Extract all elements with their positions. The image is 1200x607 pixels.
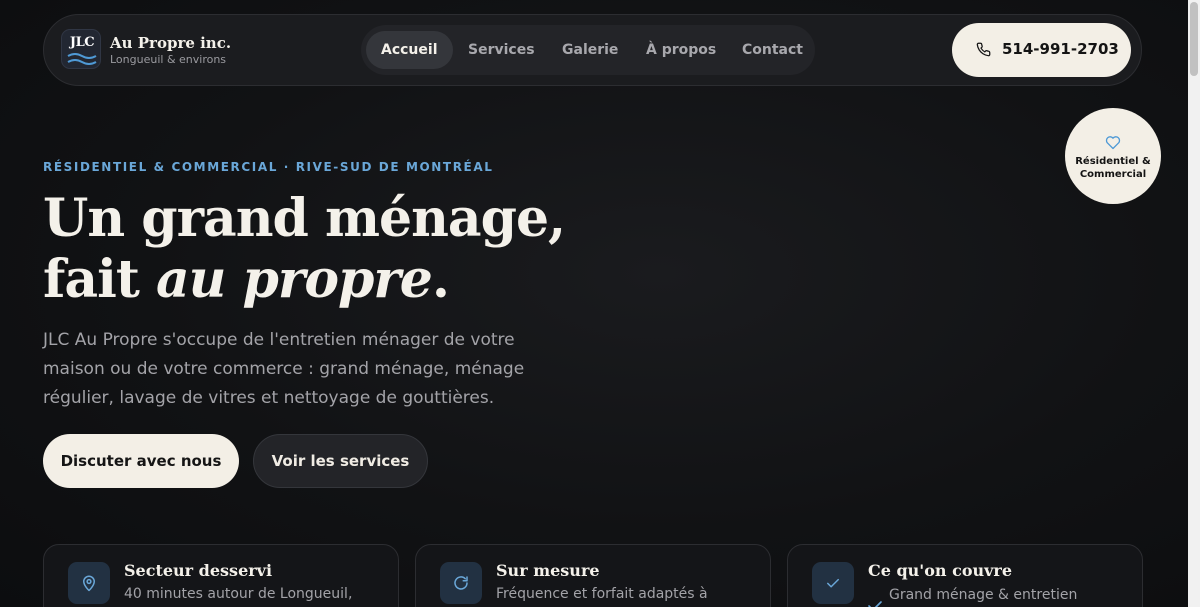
- brand-subtitle: Longueuil & environs: [110, 53, 227, 66]
- hero-description: JLC Au Propre s'occupe de l'entretien mé…: [43, 330, 525, 408]
- card-icon-box: [812, 562, 854, 604]
- card-title: Sur mesure: [496, 561, 600, 580]
- hero-eyebrow: RÉSIDENTIEL & COMMERCIAL · RIVE-SUD DE M…: [43, 160, 494, 174]
- nav-galerie[interactable]: Galerie: [547, 31, 633, 69]
- nav-contact[interactable]: Contact: [727, 31, 818, 69]
- nav-a-propos[interactable]: À propos: [631, 31, 731, 69]
- card-text: Fréquence et forfait adaptés à: [496, 586, 708, 602]
- refresh-icon: [454, 576, 468, 590]
- badge-line-2: Commercial: [1079, 169, 1147, 180]
- view-services-button[interactable]: Voir les services: [253, 434, 428, 488]
- page-scrollbar[interactable]: [1188, 0, 1200, 607]
- hero-title-line-2-prefix: fait: [43, 249, 156, 310]
- phone-button[interactable]: 514-991-2703: [952, 23, 1131, 77]
- card-sur-mesure: Sur mesure Fréquence et forfait adaptés …: [415, 544, 771, 607]
- wave-icon: [67, 53, 97, 65]
- card-icon-box: [68, 562, 110, 604]
- badge-line-1: Résidentiel &: [1075, 156, 1151, 167]
- logo[interactable]: JLC: [61, 29, 101, 69]
- nav-services[interactable]: Services: [453, 31, 550, 69]
- card-text: Grand ménage & entretien: [889, 587, 1078, 603]
- card-title: Ce qu'on couvre: [868, 561, 1013, 580]
- heart-icon: [1105, 136, 1121, 150]
- phone-number: 514-991-2703: [1002, 40, 1119, 58]
- small-check-icon: [868, 601, 882, 607]
- hero-title: Un grand ménage, fait au propre.: [43, 188, 603, 310]
- card-couverture: Ce qu'on couvre Grand ménage & entretien: [787, 544, 1143, 607]
- scrollbar-thumb[interactable]: [1190, 2, 1198, 76]
- hero-title-line-1: Un grand ménage,: [43, 188, 566, 249]
- discuss-button[interactable]: Discuter avec nous: [43, 434, 239, 488]
- nav-accueil[interactable]: Accueil: [366, 31, 453, 69]
- hero-title-line-2-suffix: .: [431, 249, 450, 310]
- badge-text: Résidentiel & Commercial: [1065, 155, 1161, 181]
- card-title: Secteur desservi: [124, 561, 273, 580]
- site-header: JLC Au Propre inc. Longueuil & environs …: [43, 14, 1142, 86]
- main-nav: Accueil Services Galerie À propos Contac…: [361, 25, 815, 75]
- badge-residentiel-commercial: Résidentiel & Commercial: [1065, 108, 1161, 204]
- brand-name[interactable]: Au Propre inc.: [110, 34, 231, 52]
- phone-icon: [976, 42, 991, 57]
- card-text: 40 minutes autour de Longueuil,: [124, 586, 353, 602]
- map-pin-icon: [83, 575, 95, 592]
- card-secteur: Secteur desservi 40 minutes autour de Lo…: [43, 544, 399, 607]
- logo-text: JLC: [69, 35, 95, 50]
- check-icon: [827, 578, 839, 588]
- hero-title-emphasis: au propre: [155, 249, 433, 310]
- card-icon-box: [440, 562, 482, 604]
